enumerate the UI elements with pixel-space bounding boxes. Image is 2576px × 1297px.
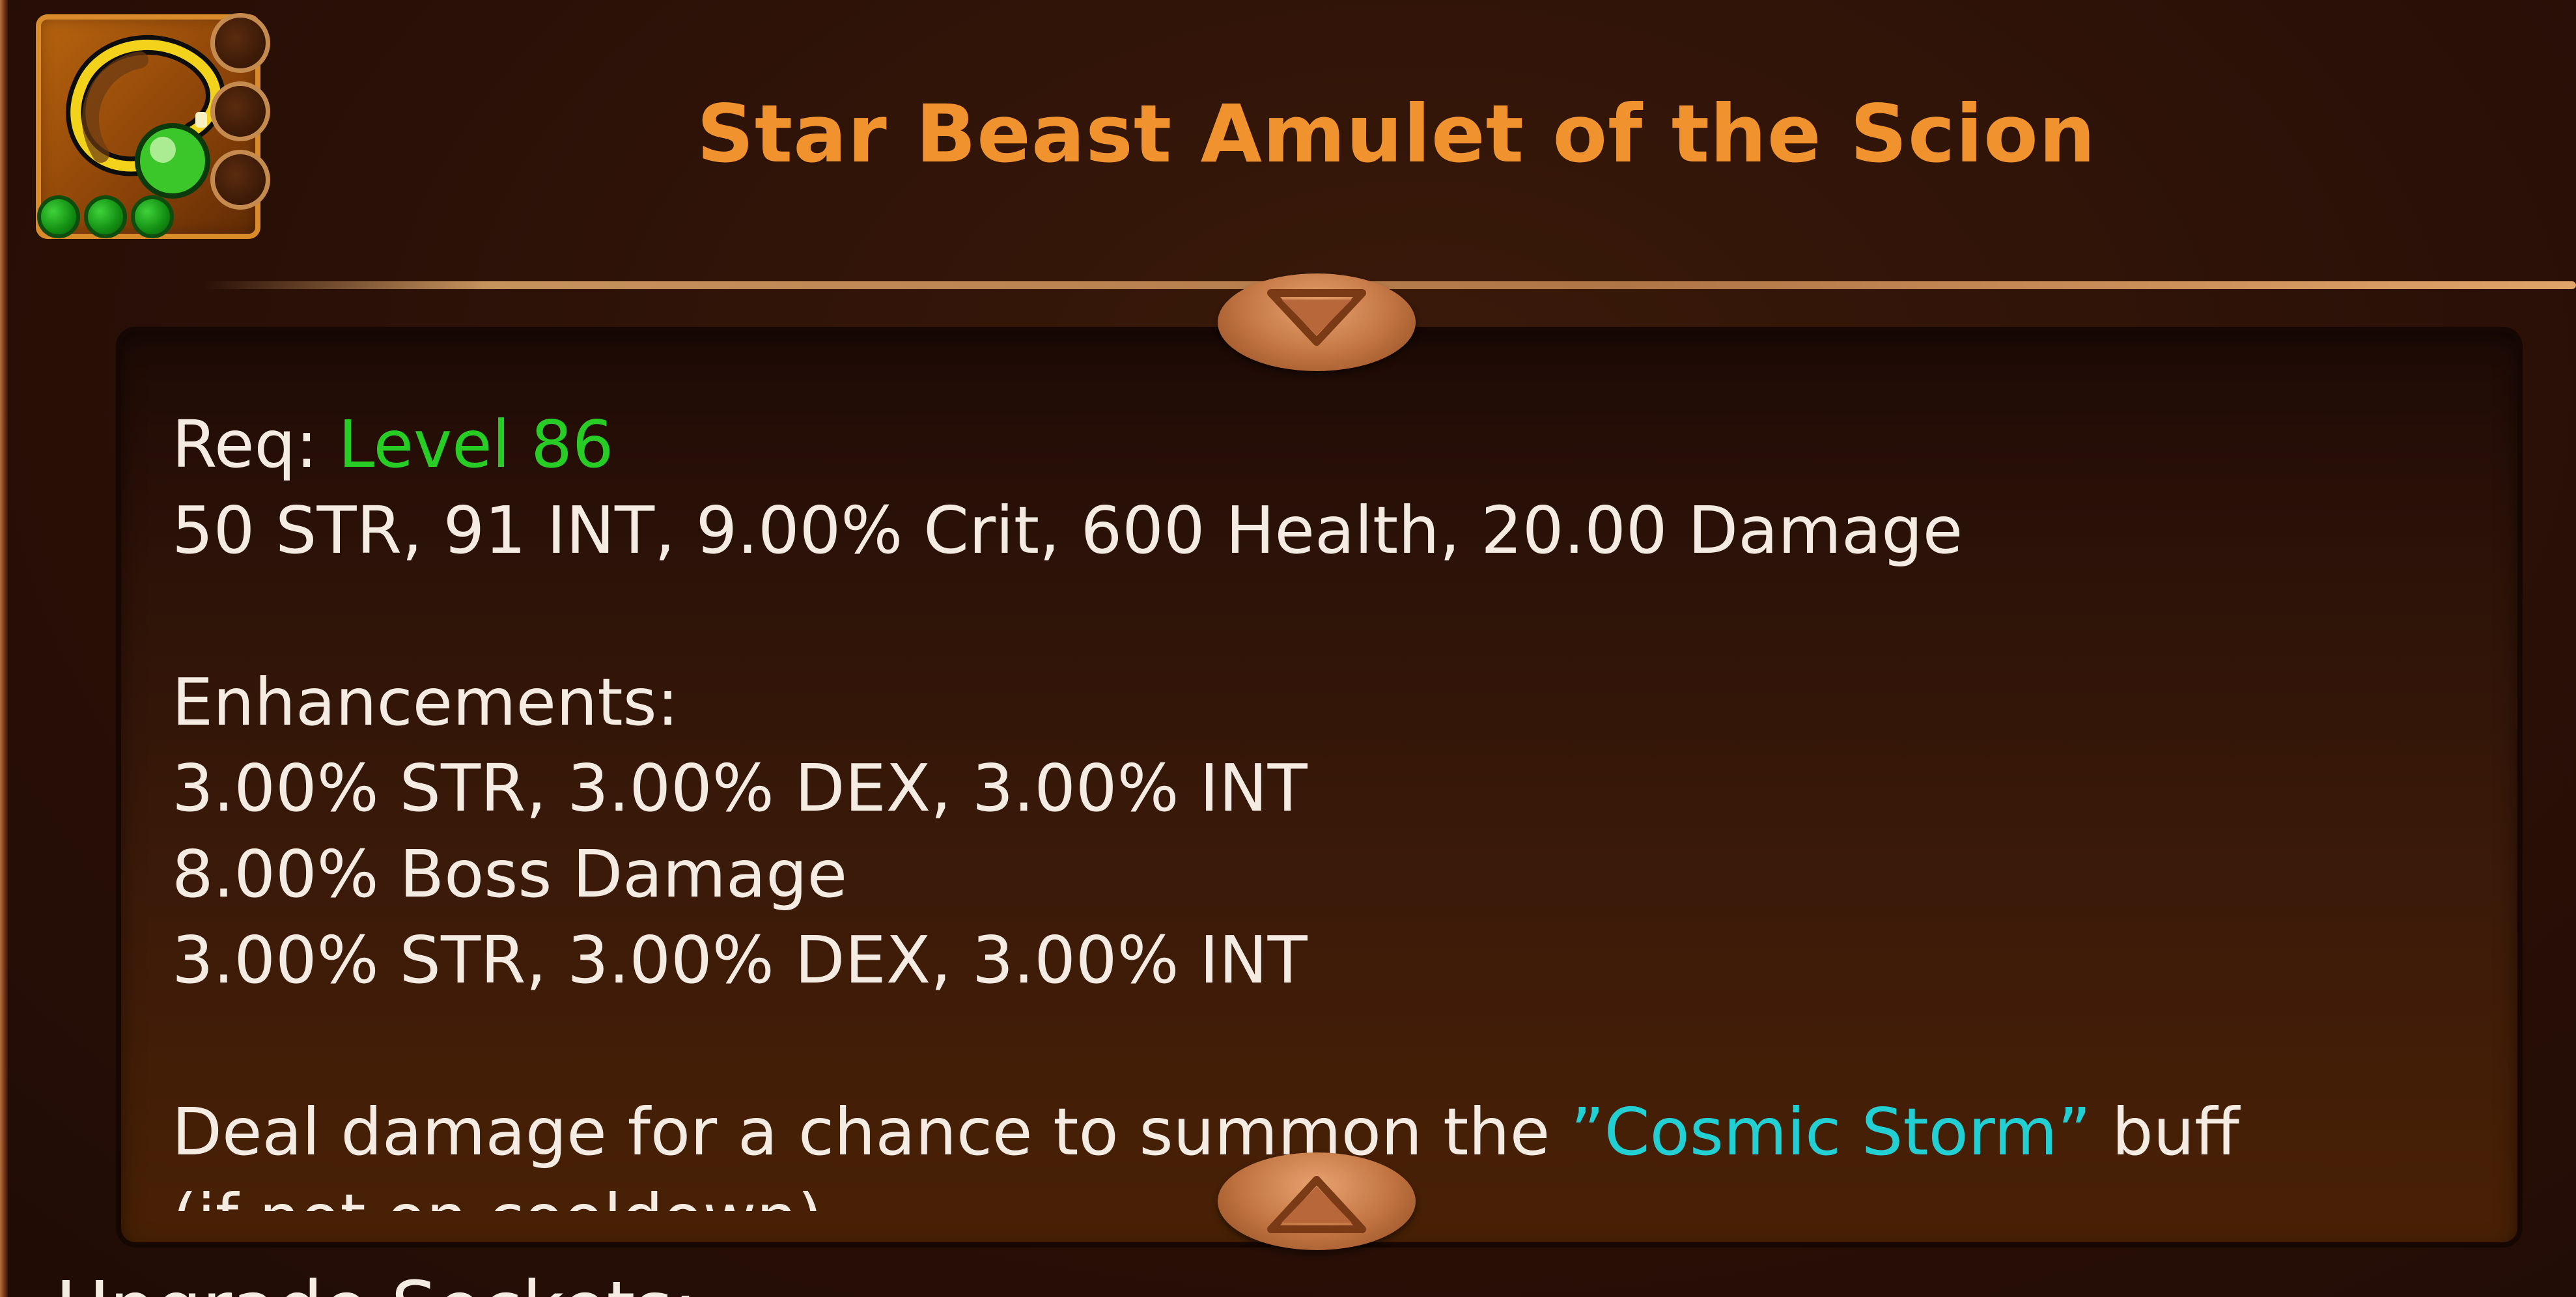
enhancement-line: 3.00% STR, 3.00% DEX, 3.00% INT: [172, 750, 1308, 826]
scroll-down-button[interactable]: [1218, 273, 1416, 371]
empty-socket: [210, 150, 270, 210]
req-label: Req:: [172, 406, 318, 482]
gem-socket: [131, 195, 174, 238]
description-text: Req: Level 86 50 STR, 91 INT, 9.00% Crit…: [172, 402, 2464, 1211]
item-title: Star Beast Amulet of the Scion: [697, 88, 2096, 180]
base-stats: 50 STR, 91 INT, 9.00% Crit, 600 Health, …: [172, 492, 1963, 568]
enhancements-heading: Enhancements:: [172, 664, 679, 740]
triangle-down-icon: [1267, 289, 1366, 346]
gem-socket: [84, 195, 127, 238]
enhancement-line: 8.00% Boss Damage: [172, 836, 848, 912]
upgrade-sockets-heading: Upgrade Sockets:: [56, 1266, 697, 1297]
requirement-line: Req: Level 86: [172, 402, 2464, 488]
buff-name: ”Cosmic Storm”: [1571, 1094, 2092, 1170]
empty-socket: [210, 81, 270, 141]
item-tooltip: Star Beast Amulet of the Scion Req: Leve…: [0, 0, 2576, 1297]
effect-suffix: buff: [2091, 1094, 2239, 1170]
window-edge: [0, 0, 8, 1297]
level-requirement: Level 86: [338, 406, 614, 482]
amulet-icon[interactable]: [36, 13, 270, 239]
gem-socket: [37, 195, 80, 238]
triangle-up-icon: [1267, 1176, 1366, 1233]
empty-socket: [210, 13, 270, 73]
description-panel[interactable]: Req: Level 86 50 STR, 91 INT, 9.00% Crit…: [116, 327, 2523, 1248]
scroll-up-button[interactable]: [1218, 1152, 1416, 1250]
enhancement-line: 3.00% STR, 3.00% DEX, 3.00% INT: [172, 922, 1308, 998]
